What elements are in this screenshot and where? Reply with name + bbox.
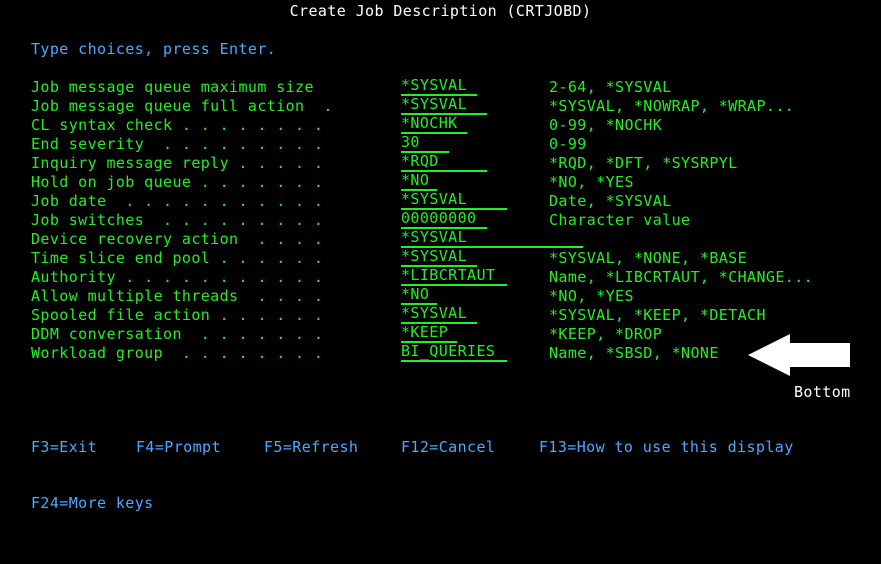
field-label: Device recovery action . . . .	[31, 230, 324, 248]
field-choices: *SYSVAL, *KEEP, *DETACH	[549, 306, 766, 324]
field-choices: *RQD, *DFT, *SYSRPYL	[549, 154, 738, 172]
field-label: Hold on job queue . . . . . . .	[31, 173, 324, 191]
ddm-conversation-input[interactable]: *KEEP	[401, 325, 457, 343]
arrow-left-icon	[748, 334, 850, 376]
parameter-list: Job message queue maximum size *SYSVAL 2…	[0, 78, 881, 363]
field-label: Time slice end pool . . . . . .	[31, 249, 324, 267]
spooled-file-action-input[interactable]: *SYSVAL	[401, 306, 477, 324]
field-label: Job message queue maximum size	[31, 78, 314, 96]
authority-input[interactable]: *LIBCRTAUT	[401, 268, 507, 286]
field-choices: *KEEP, *DROP	[549, 325, 663, 343]
f24-more-keys[interactable]: F24=More keys	[31, 494, 154, 512]
inquiry-reply-input[interactable]: *RQD	[401, 154, 487, 172]
field-row-inquiry-reply: Inquiry message reply . . . . . *RQD *RQ…	[0, 154, 881, 173]
function-key-legend: F3=Exit F4=Prompt F5=Refresh F12=Cancel …	[31, 402, 793, 550]
field-choices: Name, *SBSD, *NONE	[549, 344, 719, 362]
screen-title: Create Job Description (CRTJOBD)	[289, 2, 592, 20]
time-slice-pool-input[interactable]: *SYSVAL	[401, 249, 477, 267]
field-choices: *NO, *YES	[549, 287, 634, 305]
f12-cancel-key[interactable]: F12=Cancel	[401, 438, 495, 456]
field-label: CL syntax check . . . . . . . .	[31, 116, 324, 134]
field-label: Job date . . . . . . . . . . .	[31, 192, 324, 210]
f5-refresh-key[interactable]: F5=Refresh	[264, 438, 358, 456]
device-recovery-input[interactable]: *SYSVAL	[401, 230, 583, 248]
field-row-cl-syntax-check: CL syntax check . . . . . . . . *NOCHK 0…	[0, 116, 881, 135]
end-severity-input[interactable]: 30	[401, 135, 449, 153]
field-row-end-severity: End severity . . . . . . . . . 30 0-99	[0, 135, 881, 154]
cl-syntax-check-input[interactable]: *NOCHK	[401, 116, 467, 134]
hold-on-jobq-input[interactable]: *NO	[401, 173, 437, 191]
field-choices: Date, *SYSVAL	[549, 192, 672, 210]
field-label: Spooled file action . . . . . .	[31, 306, 324, 324]
workload-group-input[interactable]: BI_QUERIES	[401, 344, 507, 362]
field-label: Workload group . . . . . . . .	[31, 344, 324, 362]
field-row-authority: Authority . . . . . . . . . . . *LIBCRTA…	[0, 268, 881, 287]
field-label: Authority . . . . . . . . . . .	[31, 268, 324, 286]
field-label: Job switches . . . . . . . . .	[31, 211, 324, 229]
job-date-input[interactable]: *SYSVAL	[401, 192, 507, 210]
field-choices: *SYSVAL, *NONE, *BASE	[549, 249, 748, 267]
job-switches-input[interactable]: 00000000	[401, 211, 487, 229]
more-indicator: Bottom	[794, 383, 851, 401]
field-label: Allow multiple threads . . . .	[31, 287, 324, 305]
f4-prompt-key[interactable]: F4=Prompt	[136, 438, 221, 456]
field-choices: *SYSVAL, *NOWRAP, *WRAP...	[549, 97, 795, 115]
f13-help-key[interactable]: F13=How to use this display	[539, 438, 794, 456]
field-choices: Name, *LIBCRTAUT, *CHANGE...	[549, 268, 814, 286]
field-label: End severity . . . . . . . . .	[31, 135, 324, 153]
multiple-threads-input[interactable]: *NO	[401, 287, 437, 305]
field-choices: 0-99	[549, 135, 587, 153]
instruction-text: Type choices, press Enter.	[31, 40, 277, 58]
f3-exit-key[interactable]: F3=Exit	[31, 438, 97, 456]
terminal-screen: Create Job Description (CRTJOBD) Type ch…	[0, 0, 881, 512]
field-choices: *NO, *YES	[549, 173, 634, 191]
msgq-full-action-input[interactable]: *SYSVAL	[401, 97, 487, 115]
field-label: DDM conversation . . . . . . .	[31, 325, 324, 343]
field-choices: 0-99, *NOCHK	[549, 116, 663, 134]
field-label: Job message queue full action .	[31, 97, 333, 115]
field-label: Inquiry message reply . . . . .	[31, 154, 324, 172]
field-choices: 2-64, *SYSVAL	[549, 78, 672, 96]
field-choices: Character value	[549, 211, 691, 229]
msgq-max-size-input[interactable]: *SYSVAL	[401, 78, 477, 96]
